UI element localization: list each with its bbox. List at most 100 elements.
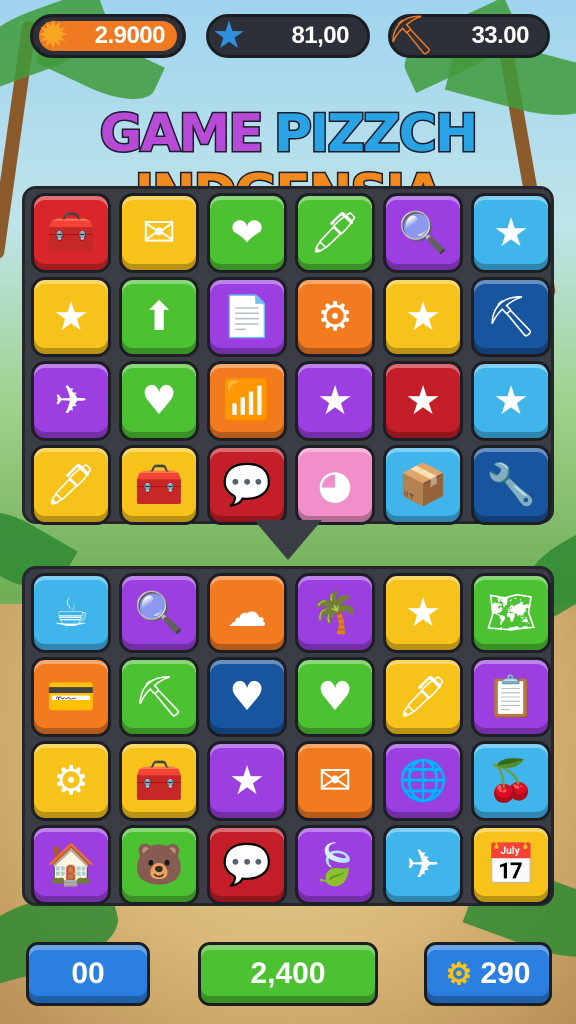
document-tile[interactable]: 📄 xyxy=(207,277,287,357)
house-icon: 🏠 xyxy=(46,842,96,888)
star-tile[interactable]: ★ xyxy=(383,277,463,357)
chat-heart-tile[interactable]: 💬 xyxy=(207,825,287,905)
kettle-icon: ☕ xyxy=(53,590,89,636)
map-tile[interactable]: 🗺 xyxy=(471,573,551,653)
cloud-face-tile[interactable]: ☁ xyxy=(207,573,287,653)
star-tile[interactable]: ★ xyxy=(207,741,287,821)
toolbox-tile[interactable]: 🧰 xyxy=(119,741,199,821)
stars-counter[interactable]: ★ 81,00 xyxy=(206,13,370,58)
heart-tile[interactable]: ♥ xyxy=(295,657,375,737)
calendar-icon: 📅 xyxy=(486,842,536,888)
gear-tile[interactable]: ⚙ xyxy=(31,741,111,821)
gear-icon: ⚙ xyxy=(317,294,353,340)
star-icon: ★ xyxy=(317,378,353,424)
clipboard-icon: 📋 xyxy=(486,674,536,720)
bar-chart-icon: 📶 xyxy=(222,378,272,424)
moves-button[interactable]: 00 xyxy=(26,942,150,1006)
globe-icon: 🌐 xyxy=(398,758,448,804)
paper-plane-icon: ✈ xyxy=(406,842,440,888)
bar-chart-tile[interactable]: 📶 xyxy=(207,361,287,441)
star-icon: ★ xyxy=(493,378,529,424)
score-value: 2,400 xyxy=(250,957,326,990)
globe-tile[interactable]: 🌐 xyxy=(383,741,463,821)
star-tile[interactable]: ★ xyxy=(471,361,551,441)
wrench-icon: 🔧 xyxy=(486,462,536,508)
toolbox-icon: 🧰 xyxy=(46,210,96,256)
magnifier-icon: 🔍 xyxy=(398,210,448,256)
toolbox-tile[interactable]: 🧰 xyxy=(119,445,199,525)
toolbox-tile[interactable]: 🧰 xyxy=(31,193,111,273)
board-pointer-arrow xyxy=(254,520,322,560)
tools-counter[interactable]: ⛏ 33.00 xyxy=(387,13,550,58)
upper-tile-grid: 🧰 ✉ ❤ 🖊 🔍 ★ ★ ⬆ 📄 ⚙ ★ ⛏ ✈ ♥ 📶 ★ ★ ★ 🖊 🧰 💬 ◕ 📦 🔧 xyxy=(31,193,551,525)
palm-tree-tile[interactable]: 🌴 xyxy=(295,573,375,653)
magnifier-tile[interactable]: 🔍 xyxy=(383,193,463,273)
pen-icon: 🖊 xyxy=(45,462,97,508)
star-tile[interactable]: ★ xyxy=(471,193,551,273)
star-icon: ★ xyxy=(229,758,265,804)
upper-puzzle-board: 🧰 ✉ ❤ 🖊 🔍 ★ ★ ⬆ 📄 ⚙ ★ ⛏ ✈ ♥ 📶 ★ ★ ★ 🖊 🧰 💬 ◕ 📦 🔧 xyxy=(22,186,554,525)
cloud-face-icon: ☁ xyxy=(227,590,267,636)
star-tile[interactable]: ★ xyxy=(383,573,463,653)
pickaxe-tile[interactable]: ⛏ xyxy=(119,657,199,737)
gear-icon: ⚙ xyxy=(53,758,89,804)
cherry-tile[interactable]: 🍒 xyxy=(471,741,551,821)
stars-value: 81,00 xyxy=(291,22,349,49)
heart-icon: ♥ xyxy=(317,674,353,720)
box-tile[interactable]: 📦 xyxy=(383,445,463,525)
pen-tile[interactable]: 🖊 xyxy=(295,193,375,273)
magnifier-tile[interactable]: 🔍 xyxy=(119,573,199,653)
paper-plane-tile[interactable]: ✈ xyxy=(383,825,463,905)
coins-counter[interactable]: ✹ 2.9000 xyxy=(30,13,186,58)
star-tile[interactable]: ★ xyxy=(295,361,375,441)
envelope-icon: ✉ xyxy=(142,210,176,256)
score-button[interactable]: 2,400 xyxy=(198,942,378,1006)
pen-icon: 🖊 xyxy=(397,674,449,720)
star-tile[interactable]: ★ xyxy=(383,361,463,441)
envelope-icon: ✉ xyxy=(318,758,352,804)
card-tile[interactable]: 💳 xyxy=(31,657,111,737)
star-icon: ★ xyxy=(405,378,441,424)
heart-tile[interactable]: ♥ xyxy=(119,361,199,441)
arrow-up-tile[interactable]: ⬆ xyxy=(119,277,199,357)
paper-plane-icon: ✈ xyxy=(54,378,88,424)
house-tile[interactable]: 🏠 xyxy=(31,825,111,905)
pickaxe-icon: ⛏ xyxy=(485,294,537,340)
gear-icon: ⚙ xyxy=(445,957,473,991)
pen-tile[interactable]: 🖊 xyxy=(383,657,463,737)
kettle-tile[interactable]: ☕ xyxy=(31,573,111,653)
beach-ball-tile[interactable]: ◕ xyxy=(295,445,375,525)
pickaxe-tile[interactable]: ⛏ xyxy=(471,277,551,357)
bear-face-tile[interactable]: 🐻 xyxy=(119,825,199,905)
star-icon: ★ xyxy=(405,294,441,340)
star-tile[interactable]: ★ xyxy=(31,277,111,357)
star-icon: ★ xyxy=(53,294,89,340)
heart-tile[interactable]: ❤ xyxy=(207,193,287,273)
pen-icon: 🖊 xyxy=(309,210,361,256)
title-word-1: GAME xyxy=(98,103,265,166)
pen-tile[interactable]: 🖊 xyxy=(31,445,111,525)
leaf-tile[interactable]: 🍃 xyxy=(295,825,375,905)
toolbox-icon: 🧰 xyxy=(134,462,184,508)
gems-value: 290 xyxy=(480,957,531,990)
paper-plane-tile[interactable]: ✈ xyxy=(31,361,111,441)
heart-icon: ♥ xyxy=(229,674,265,720)
chat-bubble-tile[interactable]: 💬 xyxy=(207,445,287,525)
envelope-tile[interactable]: ✉ xyxy=(295,741,375,821)
toolbox-icon: 🧰 xyxy=(134,758,184,804)
heart-icon: ❤ xyxy=(230,210,264,256)
lower-puzzle-board: ☕ 🔍 ☁ 🌴 ★ 🗺 💳 ⛏ ♥ ♥ 🖊 📋 ⚙ 🧰 ★ ✉ 🌐 🍒 🏠 🐻 💬 🍃 ✈ 📅 xyxy=(22,566,554,906)
arrow-up-icon: ⬆ xyxy=(142,294,176,340)
star-icon: ★ xyxy=(405,590,441,636)
envelope-tile[interactable]: ✉ xyxy=(119,193,199,273)
heart-tile[interactable]: ♥ xyxy=(207,657,287,737)
beach-ball-icon: ◕ xyxy=(317,462,353,508)
gear-tile[interactable]: ⚙ xyxy=(295,277,375,357)
clipboard-tile[interactable]: 📋 xyxy=(471,657,551,737)
wrench-tile[interactable]: 🔧 xyxy=(471,445,551,525)
gems-button[interactable]: ⚙ 290 xyxy=(424,942,552,1006)
lower-tile-grid: ☕ 🔍 ☁ 🌴 ★ 🗺 💳 ⛏ ♥ ♥ 🖊 📋 ⚙ 🧰 ★ ✉ 🌐 🍒 🏠 🐻 💬 🍃 ✈ 📅 xyxy=(31,573,551,905)
title-word-2: PIZZCH xyxy=(272,103,480,166)
calendar-tile[interactable]: 📅 xyxy=(471,825,551,905)
star-icon: ★ xyxy=(493,210,529,256)
